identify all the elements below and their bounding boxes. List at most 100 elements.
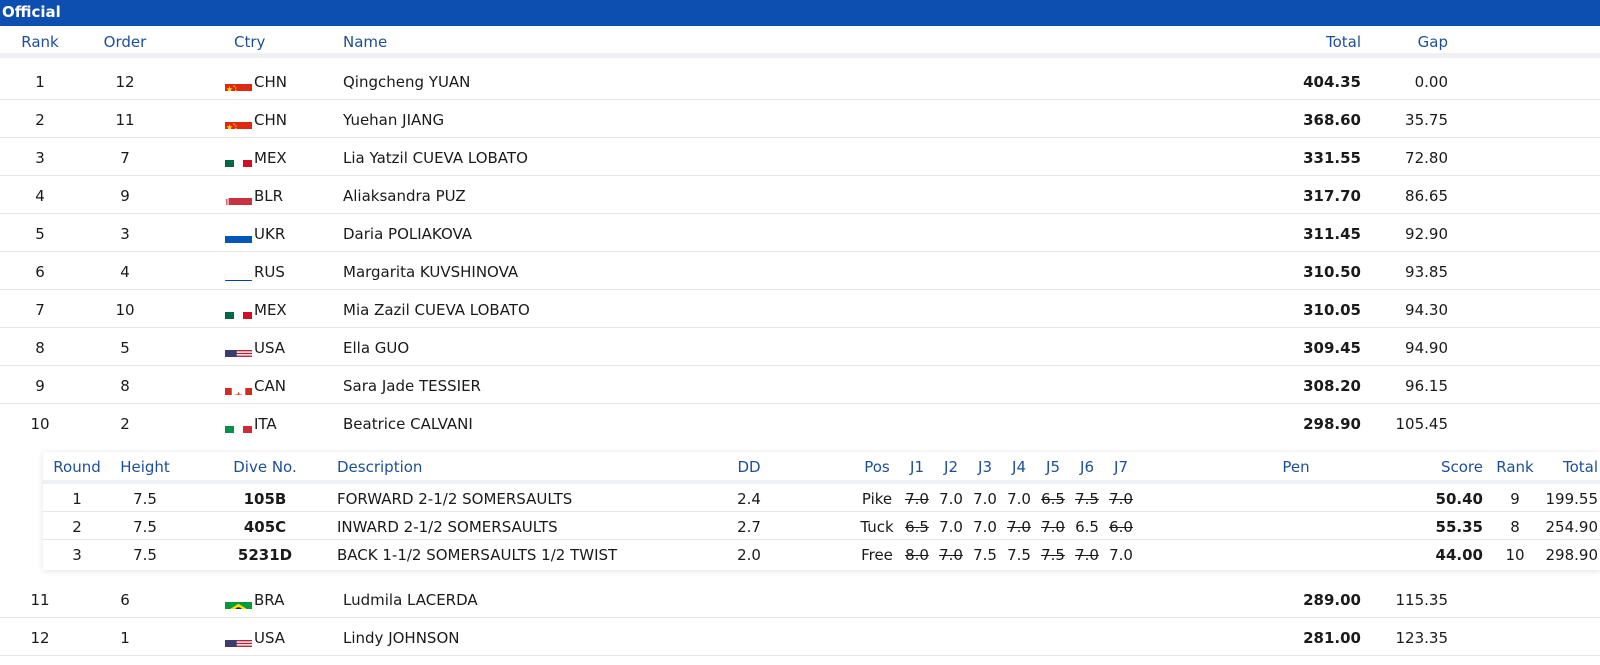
order-cell: 12 xyxy=(115,73,135,91)
table-row[interactable]: 2 11 CHN Yuehan JIANG 368.60 35.75 xyxy=(0,100,1600,138)
judge-score: 7.0 xyxy=(905,490,929,508)
dive-description: INWARD 2-1/2 SOMERSAULTS xyxy=(337,518,558,536)
judge-score: 7.0 xyxy=(1109,546,1133,564)
col-j1: J1 xyxy=(910,458,924,476)
dive-dd: 2.0 xyxy=(737,546,761,564)
judge-score: 6.5 xyxy=(1041,490,1065,508)
country-code: USA xyxy=(254,629,286,647)
total-score: 298.90 xyxy=(1303,415,1361,433)
country-code: MEX xyxy=(254,301,287,319)
rank-cell: 2 xyxy=(35,111,45,129)
col-ctry[interactable]: Ctry xyxy=(234,33,265,51)
order-cell: 3 xyxy=(120,225,130,243)
dive-height: 7.5 xyxy=(133,490,157,508)
italy-flag-icon xyxy=(224,415,253,433)
athlete-name[interactable]: Yuehan JIANG xyxy=(343,111,444,129)
belarus-flag-icon xyxy=(224,187,253,205)
dive-round: 1 xyxy=(72,490,82,508)
athlete-name[interactable]: Lia Yatzil CUEVA LOBATO xyxy=(343,149,528,167)
table-row[interactable]: 7 10 MEX Mia Zazil CUEVA LOBATO 310.05 94.30 xyxy=(0,290,1600,328)
judge-score: 7.0 xyxy=(939,490,963,508)
athlete-name[interactable]: Daria POLIAKOVA xyxy=(343,225,472,243)
judge-score: 7.5 xyxy=(1007,546,1031,564)
country-code: CAN xyxy=(254,377,286,395)
china-flag-icon xyxy=(224,73,253,91)
results-table-header: Rank Order Ctry Name Total Gap xyxy=(0,26,1600,58)
judge-score: 7.0 xyxy=(939,518,963,536)
col-rank[interactable]: Rank xyxy=(20,33,60,51)
col-dive-total: Total xyxy=(1562,458,1598,476)
order-cell: 7 xyxy=(120,149,130,167)
dive-number: 5231D xyxy=(237,546,293,564)
col-total[interactable]: Total xyxy=(1235,33,1361,51)
table-row[interactable]: 1 12 CHN Qingcheng YUAN 404.35 0.00 xyxy=(0,62,1600,100)
total-score: 317.70 xyxy=(1303,187,1361,205)
col-description: Description xyxy=(337,458,423,476)
table-row[interactable]: 5 3 UKR Daria POLIAKOVA 311.45 92.90 xyxy=(0,214,1600,252)
dive-table-header: Round Height Dive No. Description DD Pos… xyxy=(43,452,1600,484)
athlete-name[interactable]: Sara Jade TESSIER xyxy=(343,377,481,395)
order-cell: 8 xyxy=(120,377,130,395)
gap-value: 96.15 xyxy=(1405,377,1448,395)
table-row[interactable]: 3 7 MEX Lia Yatzil CUEVA LOBATO 331.55 72.80 xyxy=(0,138,1600,176)
dive-score: 55.35 xyxy=(1435,518,1483,536)
col-j5: J5 xyxy=(1046,458,1060,476)
table-row[interactable]: 12 1 USA Lindy JOHNSON 281.00 123.35 xyxy=(0,618,1600,656)
total-score: 289.00 xyxy=(1303,591,1361,609)
athlete-name[interactable]: Beatrice CALVANI xyxy=(343,415,473,433)
table-row[interactable]: 8 5 USA Ella GUO 309.45 94.90 xyxy=(0,328,1600,366)
col-dd: DD xyxy=(737,458,761,476)
order-cell: 6 xyxy=(120,591,130,609)
table-row[interactable]: 11 6 BRA Ludmila LACERDA 289.00 115.35 xyxy=(0,580,1600,618)
col-gap[interactable]: Gap xyxy=(1370,33,1448,51)
judge-score: 7.0 xyxy=(1041,518,1065,536)
gap-value: 94.90 xyxy=(1405,339,1448,357)
athlete-name[interactable]: Ludmila LACERDA xyxy=(343,591,478,609)
rank-cell: 4 xyxy=(35,187,45,205)
dive-dd: 2.7 xyxy=(737,518,761,536)
russia-flag-icon xyxy=(224,263,253,281)
athlete-name[interactable]: Mia Zazil CUEVA LOBATO xyxy=(343,301,530,319)
gap-value: 35.75 xyxy=(1405,111,1448,129)
order-cell: 1 xyxy=(120,629,130,647)
table-row[interactable]: 4 9 BLR Aliaksandra PUZ 317.70 86.65 xyxy=(0,176,1600,214)
dive-row: 2 7.5 405C INWARD 2-1/2 SOMERSAULTS 2.7 Tuck 6… xyxy=(43,512,1600,540)
total-score: 310.50 xyxy=(1303,263,1361,281)
table-row[interactable]: 10 2 ITA Beatrice CALVANI 298.90 105.45 xyxy=(0,404,1600,442)
col-j3: J3 xyxy=(978,458,992,476)
judge-score: 6.5 xyxy=(905,518,929,536)
gap-value: 93.85 xyxy=(1405,263,1448,281)
table-row[interactable]: 9 8 CAN Sara Jade TESSIER 308.20 96.15 xyxy=(0,366,1600,404)
gap-value: 105.45 xyxy=(1395,415,1449,433)
judge-score: 8.0 xyxy=(905,546,929,564)
total-score: 404.35 xyxy=(1303,73,1361,91)
judge-score: 7.0 xyxy=(1109,490,1133,508)
rank-cell: 10 xyxy=(30,415,50,433)
country-code: RUS xyxy=(254,263,285,281)
total-score: 310.05 xyxy=(1303,301,1361,319)
country-code: BLR xyxy=(254,187,284,205)
col-j4: J4 xyxy=(1012,458,1026,476)
col-name[interactable]: Name xyxy=(343,33,387,51)
gap-value: 92.90 xyxy=(1405,225,1448,243)
country-code: CHN xyxy=(254,73,287,91)
country-code: MEX xyxy=(254,149,287,167)
athlete-name[interactable]: Ella GUO xyxy=(343,339,409,357)
col-order[interactable]: Order xyxy=(100,33,150,51)
athlete-name[interactable]: Qingcheng YUAN xyxy=(343,73,470,91)
usa-flag-icon xyxy=(224,629,253,647)
order-cell: 11 xyxy=(115,111,135,129)
total-score: 308.20 xyxy=(1303,377,1361,395)
total-score: 281.00 xyxy=(1303,629,1361,647)
usa-flag-icon xyxy=(224,339,253,357)
judge-score: 7.0 xyxy=(973,490,997,508)
table-row[interactable]: 6 4 RUS Margarita KUVSHINOVA 310.50 93.85 xyxy=(0,252,1600,290)
canada-flag-icon xyxy=(224,377,253,395)
dive-score: 50.40 xyxy=(1435,490,1483,508)
athlete-name[interactable]: Lindy JOHNSON xyxy=(343,629,459,647)
dive-row: 1 7.5 105B FORWARD 2-1/2 SOMERSAULTS 2.4 Pike… xyxy=(43,484,1600,512)
athlete-name[interactable]: Aliaksandra PUZ xyxy=(343,187,466,205)
athlete-name[interactable]: Margarita KUVSHINOVA xyxy=(343,263,518,281)
gap-value: 94.30 xyxy=(1405,301,1448,319)
country-code: UKR xyxy=(254,225,286,243)
